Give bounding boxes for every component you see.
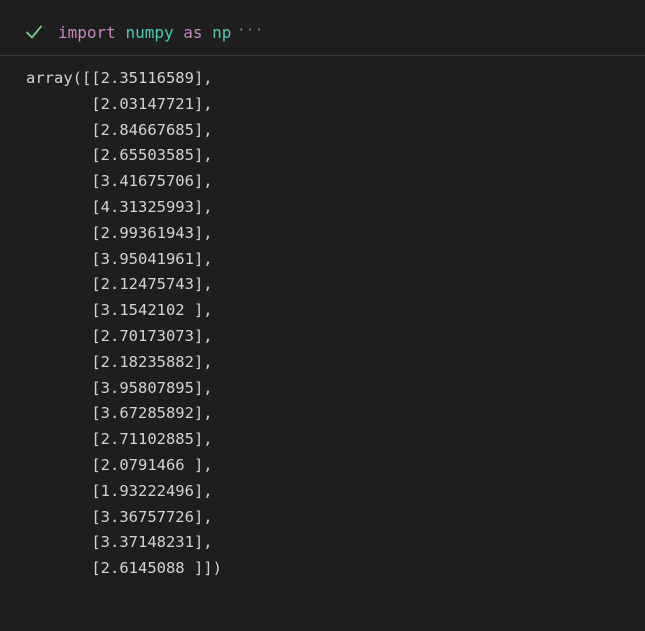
check-icon bbox=[26, 25, 42, 39]
output-line: [3.95041961], bbox=[26, 249, 213, 268]
output-line: array([[2.35116589], bbox=[26, 69, 213, 87]
output-line: [3.41675706], bbox=[26, 172, 213, 191]
module-name: numpy bbox=[125, 23, 174, 42]
output-line: [3.95807895], bbox=[26, 378, 213, 397]
output-line: [3.37148231], bbox=[26, 533, 213, 552]
expand-more-icon[interactable]: ··· bbox=[237, 20, 263, 42]
notebook-cell: import numpy as np ··· array([[2.35116589… bbox=[0, 0, 645, 631]
cell-output: array([[2.35116589], [2.03147721], [2.84… bbox=[26, 66, 222, 582]
keyword-as: as bbox=[183, 23, 203, 42]
output-line: [2.84667685], bbox=[26, 120, 213, 139]
output-line: [3.67285892], bbox=[26, 404, 213, 423]
output-line: [2.03147721], bbox=[26, 94, 213, 113]
output-line: [2.0791466 ], bbox=[26, 455, 213, 474]
output-line: [3.1542102 ], bbox=[26, 301, 213, 320]
output-line: [2.6145088 ]]) bbox=[26, 559, 222, 578]
output-line: [2.71102885], bbox=[26, 430, 213, 449]
output-line: [2.12475743], bbox=[26, 275, 213, 294]
output-line: [2.18235882], bbox=[26, 352, 213, 371]
cell-code[interactable]: import numpy as np ··· bbox=[58, 22, 264, 45]
keyword-import: import bbox=[58, 23, 116, 42]
output-line: [2.65503585], bbox=[26, 146, 213, 165]
cell-header[interactable]: import numpy as np ··· bbox=[0, 0, 645, 56]
output-line: [2.70173073], bbox=[26, 326, 213, 345]
output-line: [2.99361943], bbox=[26, 223, 213, 242]
output-line: [3.36757726], bbox=[26, 507, 213, 526]
module-alias: np bbox=[212, 23, 232, 42]
output-line: [1.93222496], bbox=[26, 481, 213, 500]
output-line: [4.31325993], bbox=[26, 197, 213, 216]
